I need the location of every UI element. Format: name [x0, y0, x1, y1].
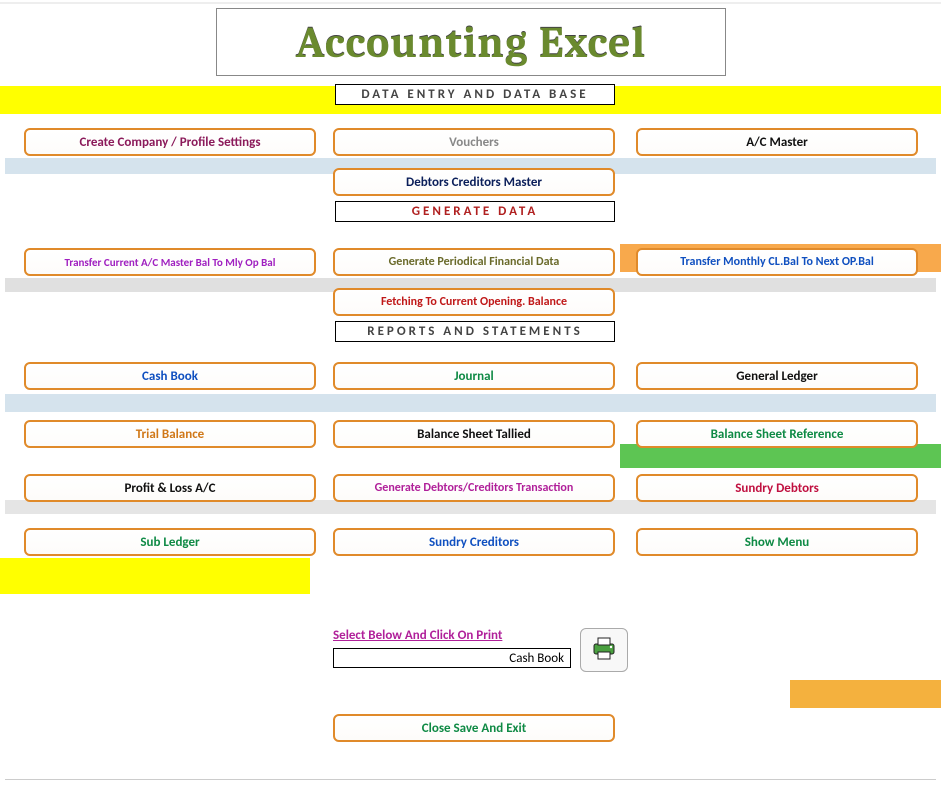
- sundry-creditors-button[interactable]: Sundry Creditors: [333, 528, 615, 556]
- journal-button[interactable]: Journal: [333, 362, 615, 390]
- vouchers-button[interactable]: Vouchers: [333, 128, 615, 156]
- section-header-generate: GENERATE DATA: [335, 201, 615, 222]
- balance-sheet-tallied-button[interactable]: Balance Sheet Tallied: [333, 420, 615, 448]
- generate-debtors-creditors-button[interactable]: Generate Debtors/Creditors Transaction: [333, 474, 615, 502]
- profit-loss-button[interactable]: Profit & Loss A/C: [24, 474, 316, 502]
- print-select-input[interactable]: Cash Book: [333, 648, 571, 668]
- transfer-monthly-button[interactable]: Transfer Monthly CL.Bal To Next OP.Bal: [636, 248, 918, 276]
- sub-ledger-button[interactable]: Sub Ledger: [24, 528, 316, 556]
- printer-icon: [588, 632, 620, 669]
- generate-periodical-button[interactable]: Generate Periodical Financial Data: [333, 248, 615, 276]
- print-button[interactable]: [580, 628, 628, 672]
- show-menu-button[interactable]: Show Menu: [636, 528, 918, 556]
- cash-book-button[interactable]: Cash Book: [24, 362, 316, 390]
- app-title: Accounting Excel: [296, 17, 647, 68]
- close-save-exit-button[interactable]: Close Save And Exit: [333, 714, 615, 742]
- section-header-reports: REPORTS AND STATEMENTS: [335, 321, 615, 342]
- fetching-opening-button[interactable]: Fetching To Current Opening. Balance: [333, 288, 615, 316]
- sundry-debtors-button[interactable]: Sundry Debtors: [636, 474, 918, 502]
- transfer-ac-master-button[interactable]: Transfer Current A/C Master Bal To Mly O…: [24, 248, 316, 276]
- debtors-creditors-master-button[interactable]: Debtors Creditors Master: [333, 168, 615, 196]
- create-company-button[interactable]: Create Company / Profile Settings: [24, 128, 316, 156]
- balance-sheet-reference-button[interactable]: Balance Sheet Reference: [636, 420, 918, 448]
- general-ledger-button[interactable]: General Ledger: [636, 362, 918, 390]
- print-label: Select Below And Click On Print: [333, 628, 502, 643]
- app-title-box: Accounting Excel: [216, 8, 726, 76]
- ac-master-button[interactable]: A/C Master: [636, 128, 918, 156]
- trial-balance-button[interactable]: Trial Balance: [24, 420, 316, 448]
- section-header-dataentry: DATA ENTRY AND DATA BASE: [335, 84, 615, 105]
